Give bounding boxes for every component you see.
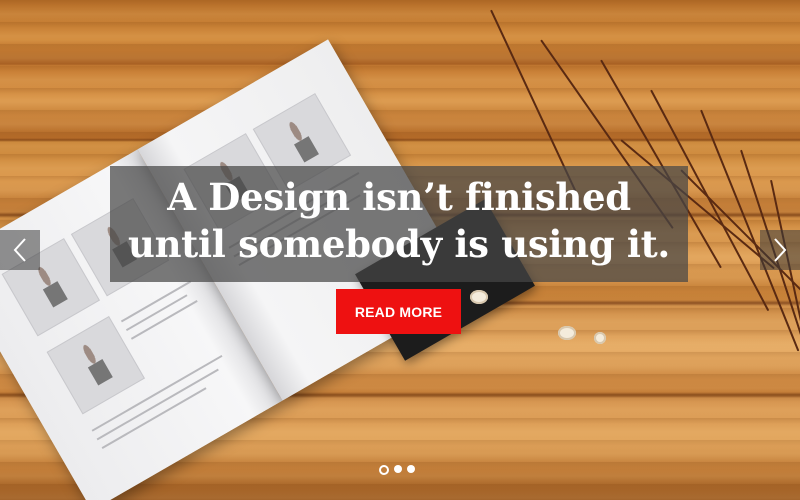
magazine-photo [46, 316, 145, 415]
headline-line-1: A Design isn’t finished [167, 175, 631, 219]
dried-flower-decoration [470, 290, 488, 304]
hero-slider: A Design isn’t finished until somebody i… [0, 0, 800, 500]
previous-slide-button[interactable] [0, 230, 40, 270]
chevron-left-icon [13, 238, 26, 262]
pagination-dot-1[interactable] [379, 465, 389, 475]
dried-flower-decoration [594, 332, 606, 344]
next-slide-button[interactable] [760, 230, 800, 270]
pagination-dot-3[interactable] [407, 465, 415, 473]
headline-line-2: until somebody is using it. [127, 222, 671, 266]
slide-headline: A Design isn’t finished until somebody i… [110, 174, 688, 268]
slide-pagination [379, 465, 415, 475]
read-more-button[interactable]: READ MORE [336, 289, 461, 334]
chevron-right-icon [774, 238, 787, 262]
pagination-dot-2[interactable] [394, 465, 402, 473]
dried-flower-decoration [558, 326, 576, 340]
